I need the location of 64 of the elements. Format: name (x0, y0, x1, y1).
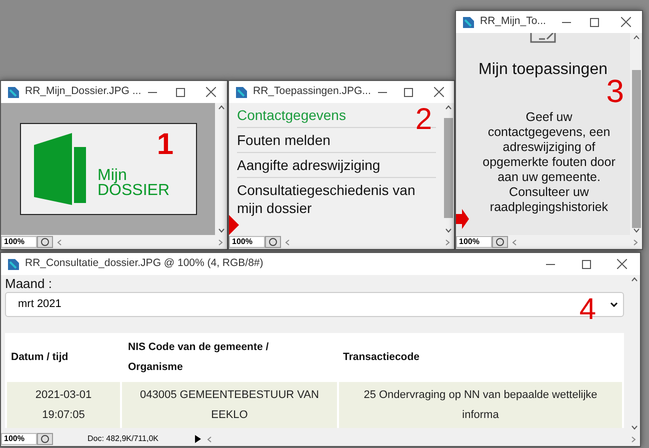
chevron-down-icon (610, 302, 618, 307)
menu-item[interactable]: Consultatiegeschiedenis van mijn dossier (237, 178, 436, 220)
scroll-right-icon[interactable] (631, 436, 636, 442)
pointer-arrow-icon (456, 209, 469, 229)
annotation-number: 2 (415, 105, 432, 135)
app-icon (7, 86, 20, 98)
close-icon (621, 17, 631, 27)
scroll-right-icon[interactable] (633, 238, 638, 246)
scroll-down-icon[interactable] (630, 425, 638, 430)
column-header: Datum / tijd (10, 350, 70, 364)
scroll-left-icon[interactable] (285, 238, 290, 246)
column-header: Transactiecode (342, 350, 420, 364)
vertical-scrollbar[interactable] (630, 33, 642, 235)
scroll-up-icon[interactable] (630, 277, 638, 282)
table-cell: 043005 GEMEENTEBESTUUR VAN EEKLO (122, 382, 337, 428)
window-title: RR_Mijn_To... (480, 14, 547, 30)
navigator-icon[interactable] (37, 433, 53, 445)
scroll-left-icon[interactable] (512, 238, 517, 246)
scroll-up-icon[interactable] (218, 105, 224, 110)
logo-text: Mijn (98, 168, 127, 183)
zoom-field[interactable]: 100% (1, 236, 37, 248)
logo-text: DOSSIER (98, 183, 170, 198)
scroll-left-icon[interactable] (57, 238, 62, 246)
edit-icon (529, 33, 557, 44)
app-icon (7, 258, 20, 270)
navigator-icon[interactable] (265, 236, 281, 248)
document-size: Doc: 482,9K/711,0K (86, 433, 160, 445)
scroll-down-icon[interactable] (632, 228, 640, 233)
table-cell: 25 Ondervraging op NN van bepaalde wettelijke informa (339, 382, 622, 428)
annotation-number: 3 (606, 75, 624, 107)
window-title: RR_Mijn_Dossier.JPG ... (25, 84, 142, 100)
close-icon (434, 87, 444, 97)
table-cell: 2021-03-01 19:07:05 (7, 382, 120, 428)
scroll-down-icon[interactable] (444, 228, 452, 233)
scroll-up-icon[interactable] (444, 105, 452, 110)
section-heading: Mijn toepassingen (478, 60, 608, 80)
menu-item[interactable]: Fouten melden (237, 128, 330, 152)
vertical-scrollbar[interactable] (442, 103, 454, 235)
window-title: RR_Consultatie_dossier.JPG @ 100% (4, RGB/8#) (25, 256, 264, 272)
app-icon (235, 86, 248, 98)
scroll-down-icon[interactable] (218, 228, 224, 233)
field-label: Maand : (5, 276, 53, 292)
scroll-left-icon[interactable] (207, 436, 212, 442)
app-icon (462, 16, 475, 28)
zoom-field[interactable]: 100% (229, 236, 265, 248)
close-icon (206, 87, 216, 97)
vertical-scrollbar[interactable] (215, 103, 227, 235)
play-icon[interactable] (193, 433, 203, 445)
scroll-right-icon[interactable] (218, 238, 223, 246)
navigator-icon[interactable] (492, 236, 508, 248)
close-icon (617, 259, 627, 269)
annotation-number: 1 (156, 130, 174, 160)
scroll-up-icon[interactable] (632, 35, 640, 40)
description-text: Geef uw contactgegevens, een adreswijziging of opgemerkte fouten door aan uw gemeente. Consulteer uw raadplegingshistoriek (482, 110, 616, 215)
folder-logo-icon (34, 133, 86, 205)
column-header: NIS Code van de gemeente / Organisme (127, 340, 270, 374)
zoom-field[interactable]: 100% (456, 236, 492, 248)
navigator-icon[interactable] (37, 236, 53, 248)
window-title: RR_Toepassingen.JPG... (253, 84, 371, 100)
scroll-right-icon[interactable] (445, 238, 450, 246)
pointer-arrow-icon (229, 215, 239, 235)
month-select[interactable]: mrt 2021 4 (5, 292, 624, 317)
menu-item[interactable]: Aangifte adreswijziging (237, 153, 380, 177)
zoom-field[interactable]: 100% (1, 433, 37, 445)
